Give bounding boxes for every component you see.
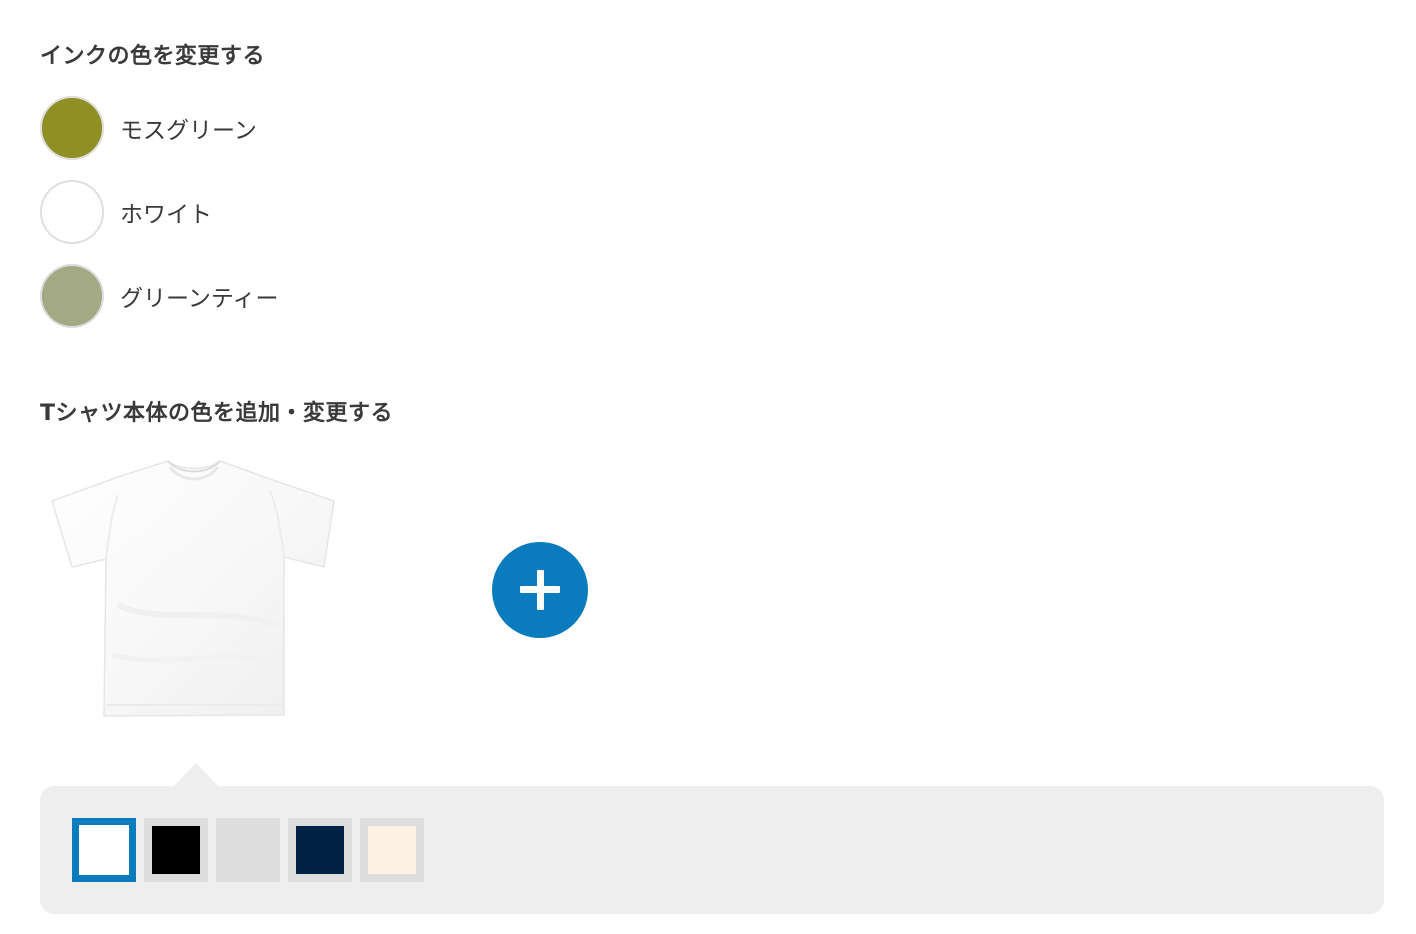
body-swatch-navy[interactable] [288,818,352,882]
ink-option-label: グリーンティー [120,286,279,312]
add-body-color-button[interactable] [492,542,588,638]
body-color-palette [40,786,1384,914]
palette-pointer [173,763,219,787]
ink-swatch-white[interactable] [40,180,104,244]
ink-option-label: モスグリーン [120,118,257,144]
tshirt-preview[interactable] [48,455,340,721]
tshirt-body [51,460,335,717]
ink-option-white[interactable]: ホワイト [40,178,460,246]
body-swatch-light-gray[interactable] [216,818,280,882]
ink-option-label: ホワイト [120,202,212,228]
body-swatch-white[interactable] [72,818,136,882]
ink-swatch-green-tea[interactable] [40,264,104,328]
body-swatch-black[interactable] [144,818,208,882]
tshirt-image [51,460,335,717]
ink-option-green-tea[interactable]: グリーンティー [40,262,460,330]
ink-option-moss-green[interactable]: モスグリーン [40,94,460,162]
ink-section-title: インクの色を変更する [40,44,266,69]
body-color-swatch-row [72,818,432,882]
body-swatch-cream[interactable] [360,818,424,882]
ink-swatch-moss-green[interactable] [40,96,104,160]
body-color-section-title: Tシャツ本体の色を追加・変更する [40,401,394,426]
